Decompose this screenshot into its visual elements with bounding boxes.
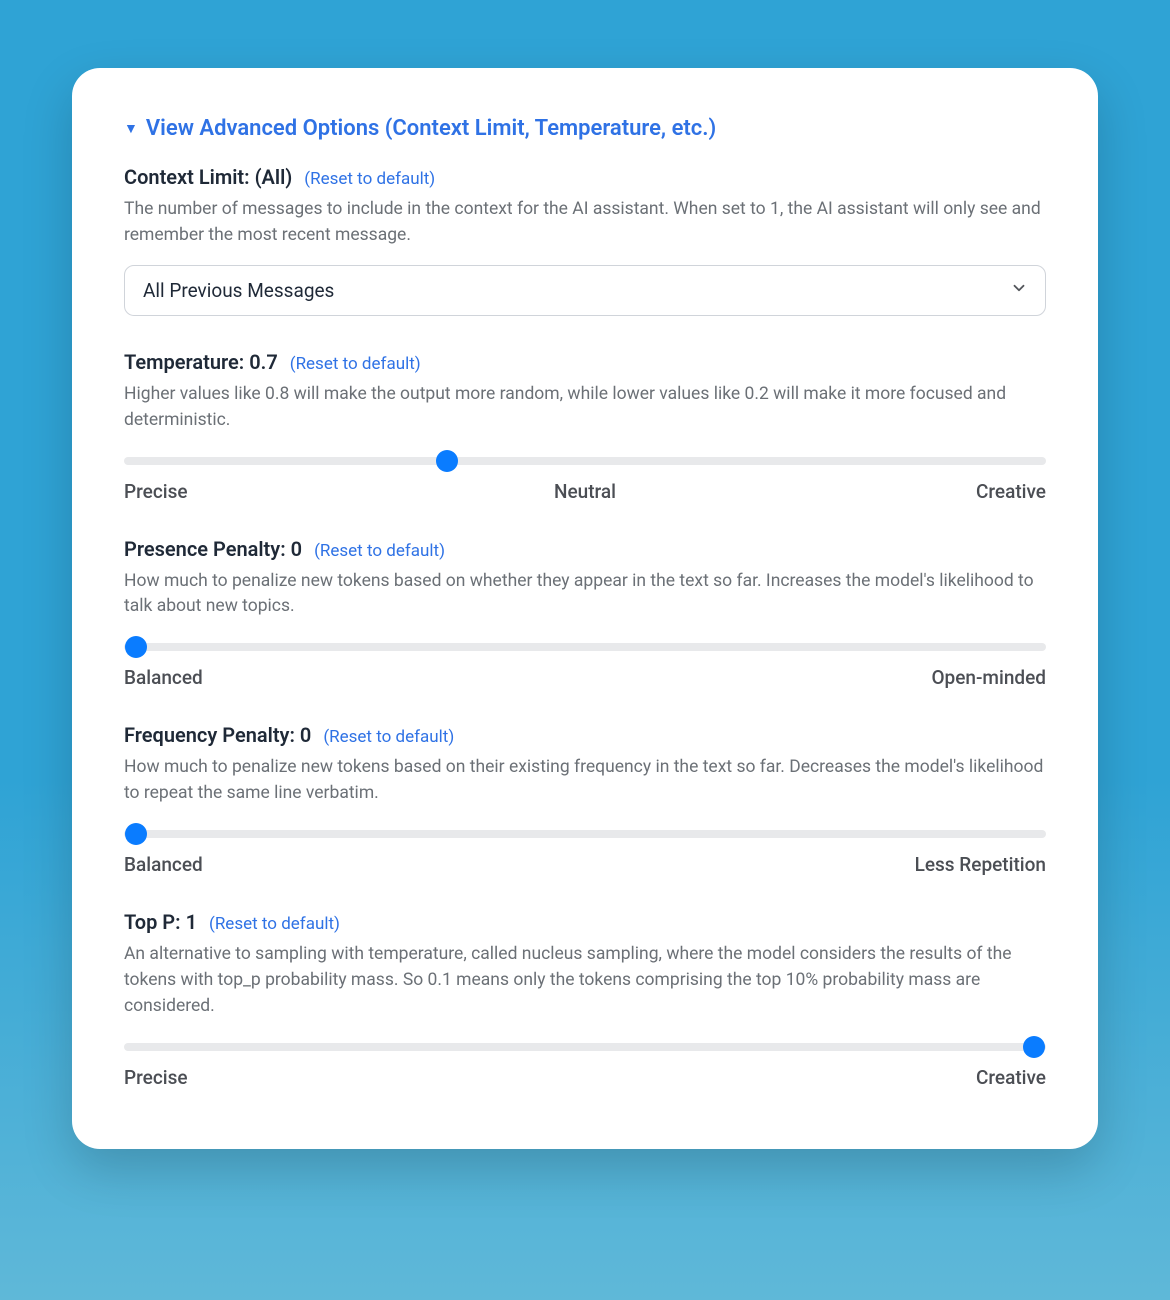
- presence-penalty-left-label: Balanced: [124, 666, 203, 689]
- temperature-left-label: Precise: [124, 480, 188, 503]
- context-limit-description: The number of messages to include in the…: [124, 197, 1046, 249]
- top-p-slider[interactable]: [124, 1036, 1046, 1058]
- top-p-title: Top P: 1: [124, 910, 197, 934]
- frequency-penalty-description: How much to penalize new tokens based on…: [124, 755, 1046, 807]
- frequency-penalty-reset[interactable]: (Reset to default): [323, 727, 454, 747]
- context-limit-reset[interactable]: (Reset to default): [304, 169, 435, 189]
- context-limit-title: Context Limit: (All): [124, 165, 292, 189]
- presence-penalty-title: Presence Penalty: 0: [124, 537, 302, 561]
- frequency-penalty-slider[interactable]: [124, 823, 1046, 845]
- frequency-penalty-section: Frequency Penalty: 0 (Reset to default) …: [124, 723, 1046, 876]
- slider-thumb[interactable]: [1023, 1036, 1045, 1058]
- temperature-reset[interactable]: (Reset to default): [290, 354, 421, 374]
- temperature-description: Higher values like 0.8 will make the out…: [124, 382, 1046, 434]
- frequency-penalty-left-label: Balanced: [124, 853, 203, 876]
- slider-track: [124, 830, 1046, 838]
- top-p-right-label: Creative: [976, 1066, 1046, 1089]
- top-p-description: An alternative to sampling with temperat…: [124, 942, 1046, 1020]
- slider-track: [124, 643, 1046, 651]
- temperature-right-label: Creative: [976, 480, 1046, 503]
- temperature-mid-label: Neutral: [554, 480, 616, 503]
- advanced-options-card: ▼ View Advanced Options (Context Limit, …: [72, 68, 1098, 1149]
- slider-thumb[interactable]: [125, 636, 147, 658]
- presence-penalty-slider[interactable]: [124, 636, 1046, 658]
- presence-penalty-description: How much to penalize new tokens based on…: [124, 569, 1046, 621]
- disclosure-triangle-icon: ▼: [124, 122, 138, 136]
- slider-track: [124, 1043, 1046, 1051]
- presence-penalty-right-label: Open-minded: [931, 666, 1046, 689]
- context-limit-select[interactable]: All Previous Messages: [124, 265, 1046, 316]
- top-p-left-label: Precise: [124, 1066, 188, 1089]
- temperature-slider[interactable]: [124, 450, 1046, 472]
- presence-penalty-section: Presence Penalty: 0 (Reset to default) H…: [124, 537, 1046, 690]
- top-p-section: Top P: 1 (Reset to default) An alternati…: [124, 910, 1046, 1089]
- slider-thumb[interactable]: [125, 823, 147, 845]
- slider-thumb[interactable]: [436, 450, 458, 472]
- top-p-reset[interactable]: (Reset to default): [209, 914, 340, 934]
- frequency-penalty-right-label: Less Repetition: [915, 853, 1046, 876]
- advanced-options-disclosure[interactable]: ▼ View Advanced Options (Context Limit, …: [124, 116, 1046, 141]
- disclosure-label: View Advanced Options (Context Limit, Te…: [146, 116, 716, 141]
- temperature-section: Temperature: 0.7 (Reset to default) High…: [124, 350, 1046, 503]
- temperature-title: Temperature: 0.7: [124, 350, 278, 374]
- context-limit-section: Context Limit: (All) (Reset to default) …: [124, 165, 1046, 316]
- slider-track: [124, 457, 1046, 465]
- frequency-penalty-title: Frequency Penalty: 0: [124, 723, 311, 747]
- presence-penalty-reset[interactable]: (Reset to default): [314, 541, 445, 561]
